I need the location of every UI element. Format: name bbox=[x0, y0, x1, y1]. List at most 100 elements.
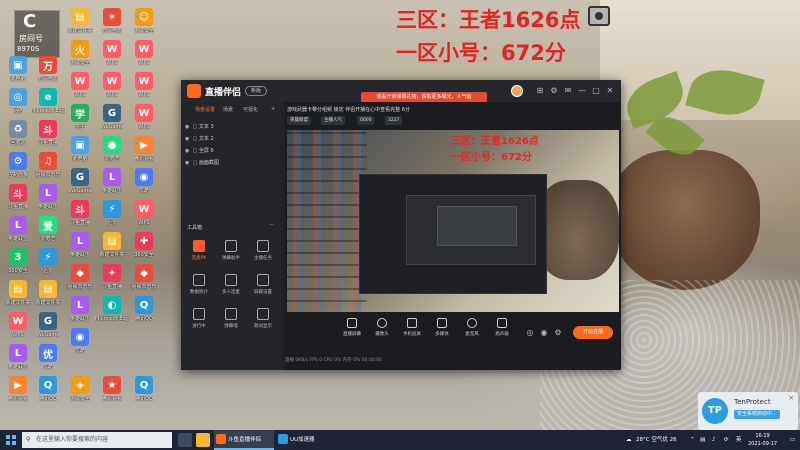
eye-icon[interactable]: ◉ bbox=[185, 146, 191, 156]
wondershare-icon: 万 bbox=[39, 56, 57, 74]
category-chip[interactable]: 英雄联盟 bbox=[287, 116, 311, 125]
camera-icon bbox=[377, 318, 387, 328]
media-button[interactable]: 多媒体 bbox=[429, 318, 455, 346]
league-icon: L bbox=[9, 216, 27, 234]
tool-button[interactable]: 数据统计 bbox=[185, 274, 213, 304]
desktop-icon[interactable]: Q 腾讯QQ bbox=[32, 376, 64, 414]
room-chip: 0000 bbox=[357, 116, 375, 125]
tab-scene-settings[interactable]: 场景设置 bbox=[195, 106, 215, 113]
tool-button[interactable]: 主播任务 bbox=[249, 240, 277, 270]
tools-title: 工具箱 bbox=[187, 225, 203, 231]
weather-icon[interactable]: ☁ bbox=[626, 430, 632, 450]
maximize-icon[interactable]: □ bbox=[591, 86, 601, 96]
desktop-icon[interactable]: ★ 腾讯视频 bbox=[96, 376, 128, 414]
desktop-icon[interactable]: ▶ 腾讯视频 bbox=[2, 376, 34, 414]
weather-text[interactable]: 28°C 空气优 26 bbox=[636, 430, 677, 450]
desktop-icon[interactable]: Q 腾讯QQ bbox=[128, 296, 160, 334]
tray-up-icon[interactable]: ⌃ bbox=[690, 430, 695, 450]
league-icon: L bbox=[71, 296, 89, 314]
tool-button[interactable]: 弹幕墙 bbox=[217, 308, 245, 338]
scene-row[interactable]: ◉ ▢ 画面截图 bbox=[185, 158, 275, 168]
wps-icon: W bbox=[135, 104, 153, 122]
app-icon: ● bbox=[103, 136, 121, 154]
taskbar-app-uu[interactable]: UU加速器 bbox=[276, 430, 336, 450]
scene-row[interactable]: ◉ ▢ 全屏 6 bbox=[185, 146, 275, 156]
start-live-button[interactable]: 开始直播 bbox=[573, 326, 613, 339]
close-icon[interactable]: ✕ bbox=[605, 86, 615, 96]
minimize-icon[interactable]: — bbox=[577, 86, 587, 96]
app-icon: ★ bbox=[103, 376, 121, 394]
qq-icon: Q bbox=[135, 376, 153, 394]
iqiyi-icon: 爱 bbox=[39, 216, 57, 234]
avatar[interactable] bbox=[511, 85, 523, 97]
gear-icon[interactable]: ⚙ bbox=[553, 328, 563, 338]
volume-icon[interactable]: ♪ bbox=[712, 430, 716, 450]
notification-icon[interactable]: ▭ bbox=[790, 430, 795, 450]
tool-button[interactable]: 进行中 bbox=[185, 308, 213, 338]
close-icon[interactable]: × bbox=[788, 394, 794, 402]
wps-icon: W bbox=[9, 312, 27, 330]
eye-icon[interactable]: ◉ bbox=[185, 134, 191, 144]
tenprotect-logo-icon: TP bbox=[702, 398, 728, 424]
tenprotect-popup[interactable]: TP TenProtect 安全系统启动中... × bbox=[698, 392, 798, 430]
qq-icon: Q bbox=[39, 376, 57, 394]
speaker-button[interactable]: 扬声器 bbox=[489, 318, 515, 346]
live-preview[interactable]: 三区：王者1626点 一区小号：672分 bbox=[287, 130, 619, 312]
tool-button[interactable]: 弹幕助手 bbox=[217, 240, 245, 270]
notice-banner[interactable]: 观看开启弹幕礼物，获取更多曝光，人气值 bbox=[361, 92, 487, 102]
desktop-icon[interactable]: ◈ 火绒安全 bbox=[64, 376, 96, 414]
menu-icon[interactable]: ⊞ bbox=[535, 86, 545, 96]
preview-wallpaper-pot bbox=[535, 180, 619, 280]
taskbar-search-input[interactable]: ⚲ 在这里输入你要搜索的内容 bbox=[22, 432, 172, 448]
input-language[interactable]: 英 bbox=[736, 430, 742, 450]
feedback-icon[interactable]: ✉ bbox=[563, 86, 573, 96]
scene-row[interactable]: ◉ ▢ 文本 2 bbox=[185, 134, 275, 144]
app-icon: ◆ bbox=[71, 264, 89, 282]
pk-icon bbox=[193, 240, 205, 252]
network-tray-icon[interactable]: ▤ bbox=[700, 430, 705, 450]
windows-start-icon[interactable] bbox=[6, 435, 16, 445]
tool-button[interactable]: 连麦PK bbox=[185, 240, 213, 270]
desktop-icon[interactable]: ◐ Microsoft Edge bbox=[95, 296, 129, 334]
file-explorer-icon[interactable] bbox=[196, 433, 210, 447]
sync-icon[interactable]: ⟳ bbox=[724, 430, 729, 450]
eye-icon[interactable]: ◉ bbox=[185, 158, 191, 168]
preview-nested-window bbox=[359, 174, 547, 294]
app-icon: ☺ bbox=[135, 8, 153, 26]
tab-visual[interactable]: 可视化 bbox=[243, 106, 258, 113]
progress-icon bbox=[193, 308, 205, 320]
uu-accelerator-icon bbox=[278, 434, 288, 444]
system-clock[interactable]: 16:19 2021-09-17 bbox=[748, 432, 777, 448]
room-badge-char: C bbox=[23, 11, 37, 32]
desktop-icon[interactable]: Q 腾讯QQ bbox=[128, 376, 160, 414]
preview-rank-line1: 三区：王者1626点 bbox=[451, 136, 539, 147]
wps-icon: W bbox=[135, 40, 153, 58]
camera-button[interactable]: 摄像头 bbox=[369, 318, 395, 346]
stats-icon bbox=[193, 274, 205, 286]
preview-eye-icon[interactable]: ◉ bbox=[539, 328, 549, 338]
eye-icon[interactable]: ◉ bbox=[185, 122, 191, 132]
douyu-icon: 斗 bbox=[9, 184, 27, 202]
room-number-badge: C 房间号 8970S bbox=[14, 10, 60, 58]
tab-scene[interactable]: 场景 bbox=[223, 106, 233, 113]
tool-button[interactable]: 多人连麦 bbox=[217, 274, 245, 304]
desktop-icon[interactable]: ◉ 优酷 bbox=[64, 328, 96, 366]
tool-button[interactable]: 歌词显示 bbox=[249, 308, 277, 338]
room-badge-title: 房间号 bbox=[19, 34, 43, 43]
douyu-companion-icon bbox=[216, 434, 226, 444]
mic-button[interactable]: 麦克风 bbox=[459, 318, 485, 346]
popularity-chip[interactable]: 主播人气 bbox=[321, 116, 345, 125]
screen-capture-button[interactable]: 直播屏幕 bbox=[339, 318, 365, 346]
tool-button[interactable]: 屏蔽设置 bbox=[249, 274, 277, 304]
version-button[interactable]: 新版 bbox=[245, 86, 267, 96]
more-icon[interactable]: ⋯ bbox=[269, 222, 274, 228]
record-icon[interactable]: ◎ bbox=[525, 328, 535, 338]
play-icon bbox=[437, 318, 447, 328]
add-scene-icon[interactable]: + bbox=[271, 106, 275, 112]
wps-icon: W bbox=[103, 40, 121, 58]
taskbar-app-douyu[interactable]: 斗鱼直播伴侣 bbox=[214, 430, 274, 450]
settings-icon[interactable]: ⚙ bbox=[549, 86, 559, 96]
scene-row[interactable]: ◉ ▢ 文本 3 bbox=[185, 122, 275, 132]
phone-cast-button[interactable]: 手机投屏 bbox=[399, 318, 425, 346]
task-view-icon[interactable] bbox=[178, 433, 192, 447]
